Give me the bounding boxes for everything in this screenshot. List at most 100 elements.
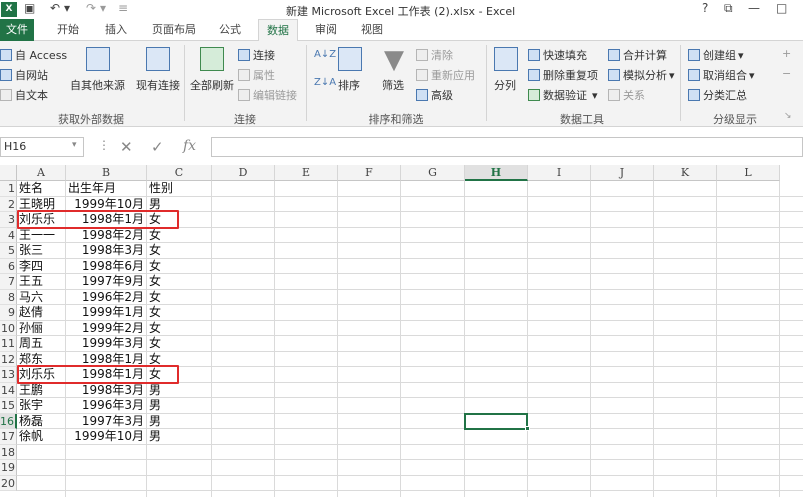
undo-icon[interactable]: ↶ [50,1,60,15]
cell-A14[interactable]: 王鹏 [19,383,43,399]
maximize-icon[interactable]: □ [776,1,787,15]
row-header-2[interactable]: 2 [0,196,17,212]
row-header-8[interactable]: 8 [0,289,17,305]
cell-A8[interactable]: 马六 [19,290,43,306]
column-header-K[interactable]: K [654,165,717,181]
insert-function-icon[interactable]: fx [183,138,196,154]
fill-handle[interactable] [525,426,530,431]
cell-C9[interactable]: 女 [149,305,161,321]
cell-C16[interactable]: 男 [149,414,161,430]
name-box-dropdown-icon[interactable]: ▾ [72,140,77,150]
active-cell-selection[interactable] [464,412,528,430]
row-header-16[interactable]: 16 [0,413,17,429]
cell-B1[interactable]: 出生年月 [68,181,116,197]
tab-review[interactable]: 审阅 [308,19,344,41]
cell-A10[interactable]: 孙俪 [19,321,43,337]
cell-B14[interactable]: 1998年3月 [66,383,144,399]
cell-A16[interactable]: 杨磊 [19,414,43,430]
tab-home[interactable]: 开始 [50,19,86,41]
tab-formulas[interactable]: 公式 [212,19,248,41]
sort-ascending-icon[interactable]: A↓Z [314,49,336,60]
what-if-analysis-button[interactable]: 模拟分析 ▾ [608,67,675,83]
sort-descending-icon[interactable]: Z↓A [314,77,336,88]
remove-duplicates-button[interactable]: 删除重复项 [528,67,598,83]
row-header-12[interactable]: 12 [0,351,17,367]
consolidate-button[interactable]: 合并计算 [608,47,667,63]
column-header-B[interactable]: B [66,165,147,181]
redo-dropdown-icon[interactable]: ▾ [100,1,106,15]
row-header-11[interactable]: 11 [0,336,17,352]
cell-A6[interactable]: 李四 [19,259,43,275]
row-header-17[interactable]: 17 [0,429,17,445]
cell-C4[interactable]: 女 [149,228,161,244]
flash-fill-button[interactable]: 快速填充 [528,47,587,63]
clear-filter-button[interactable]: 清除 [416,47,453,63]
from-other-sources-button[interactable]: 自其他来源 [70,77,125,93]
from-web-button[interactable]: 自网站 [0,67,48,83]
row-header-13[interactable]: 13 [0,367,17,383]
undo-dropdown-icon[interactable]: ▾ [64,1,70,15]
row-header-4[interactable]: 4 [0,227,17,243]
filter-button[interactable]: 筛选 [382,77,404,93]
subtotal-button[interactable]: 分类汇总 [688,87,747,103]
row-header-5[interactable]: 5 [0,243,17,259]
column-header-D[interactable]: D [212,165,275,181]
cell-C1[interactable]: 性别 [149,181,173,197]
cell-B11[interactable]: 1999年3月 [66,336,144,352]
customize-qat-icon[interactable]: ≡ [118,1,128,15]
cell-B10[interactable]: 1999年2月 [66,321,144,337]
row-header-18[interactable]: 18 [0,444,17,460]
ungroup-button[interactable]: 取消组合 ▾ [688,67,755,83]
formula-input[interactable] [211,137,803,157]
advanced-filter-button[interactable]: 高级 [416,87,453,103]
cell-B8[interactable]: 1996年2月 [66,290,144,306]
group-button[interactable]: 创建组 ▾ [688,47,744,63]
help-icon[interactable]: ? [702,1,708,15]
from-text-button[interactable]: 自文本 [0,87,48,103]
tab-page-layout[interactable]: 页面布局 [146,19,202,41]
cell-A15[interactable]: 张宇 [19,398,43,414]
cell-C8[interactable]: 女 [149,290,161,306]
row-header-9[interactable]: 9 [0,305,17,321]
column-header-C[interactable]: C [147,165,212,181]
tab-file[interactable]: 文件 [0,19,34,41]
cell-A1[interactable]: 姓名 [19,181,43,197]
cell-C15[interactable]: 男 [149,398,161,414]
redo-icon[interactable]: ↷ [86,1,96,15]
row-header-6[interactable]: 6 [0,258,17,274]
hide-detail-icon[interactable]: − [782,67,791,80]
cell-B17[interactable]: 1999年10月 [66,429,144,445]
reapply-button[interactable]: 重新应用 [416,67,475,83]
cell-A4[interactable]: 王一一 [19,228,55,244]
show-detail-icon[interactable]: + [782,47,791,60]
enter-icon[interactable]: ✓ [151,138,164,156]
spreadsheet-grid[interactable]: A B C D E F G H I J K L 1 2 3 4 5 6 7 8 9 10 11 12 13 14 15 16 17 18 1… [0,165,803,497]
column-header-E[interactable]: E [275,165,338,181]
cell-A17[interactable]: 徐帆 [19,429,43,445]
tab-data[interactable]: 数据 [258,19,298,42]
cell-C10[interactable]: 女 [149,321,161,337]
relationships-button[interactable]: 关系 [608,87,645,103]
text-to-columns-button[interactable]: 分列 [494,77,516,93]
ribbon-display-icon[interactable]: ⧉ [724,1,733,16]
cell-A5[interactable]: 张三 [19,243,43,259]
cell-C7[interactable]: 女 [149,274,161,290]
row-header-20[interactable]: 20 [0,475,17,491]
row-header-15[interactable]: 15 [0,398,17,414]
cell-B15[interactable]: 1996年3月 [66,398,144,414]
cell-A9[interactable]: 赵倩 [19,305,43,321]
column-header-A[interactable]: A [17,165,66,181]
select-all-corner[interactable] [0,165,17,181]
row-header-7[interactable]: 7 [0,274,17,290]
row-header-19[interactable]: 19 [0,460,17,476]
column-header-L[interactable]: L [717,165,780,181]
cell-B9[interactable]: 1999年1月 [66,305,144,321]
cell-B4[interactable]: 1998年2月 [66,228,144,244]
column-header-J[interactable]: J [591,165,654,181]
cell-C6[interactable]: 女 [149,259,161,275]
dialog-launcher-icon[interactable]: ↘ [784,111,792,121]
data-validation-button[interactable]: 数据验证 ▾ [528,87,598,103]
row-header-14[interactable]: 14 [0,382,17,398]
cell-A7[interactable]: 王五 [19,274,43,290]
column-header-G[interactable]: G [401,165,465,181]
